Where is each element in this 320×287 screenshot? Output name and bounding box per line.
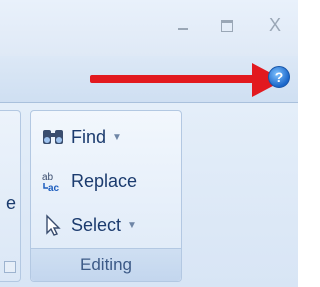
ribbon-group-partial: e xyxy=(0,110,21,282)
replace-label: Replace xyxy=(71,170,138,191)
maximize-icon xyxy=(221,20,233,32)
select-button[interactable]: Select ▼ xyxy=(41,211,137,239)
svg-text:ab: ab xyxy=(42,172,54,183)
dialog-launcher-icon[interactable] xyxy=(4,261,16,273)
cursor-select-icon xyxy=(41,213,65,237)
help-icon: ? xyxy=(274,69,284,85)
annotation-arrow-shaft xyxy=(90,75,260,83)
find-button[interactable]: Find ▼ xyxy=(41,123,122,151)
find-dropdown-chevron-icon[interactable]: ▼ xyxy=(112,132,122,143)
select-label: Select xyxy=(71,214,122,235)
title-bar: X xyxy=(0,0,298,56)
editing-group: Find ▼ ab ac Replace Select ▼ Editing xyxy=(30,110,182,282)
replace-icon: ab ac xyxy=(41,169,65,194)
svg-text:ac: ac xyxy=(48,183,60,193)
close-icon: X xyxy=(268,15,281,35)
replace-button[interactable]: ab ac Replace xyxy=(41,167,137,195)
partial-group-text: e xyxy=(6,193,17,213)
select-dropdown-chevron-icon[interactable]: ▼ xyxy=(127,220,137,231)
maximize-button[interactable] xyxy=(216,12,242,38)
binoculars-icon xyxy=(41,125,65,149)
minimize-icon xyxy=(178,28,188,30)
minimize-button[interactable] xyxy=(172,12,198,38)
close-button[interactable]: X xyxy=(262,12,288,38)
help-button[interactable]: ? xyxy=(268,66,290,88)
editing-group-label: Editing xyxy=(31,248,181,281)
find-label: Find xyxy=(71,126,107,147)
